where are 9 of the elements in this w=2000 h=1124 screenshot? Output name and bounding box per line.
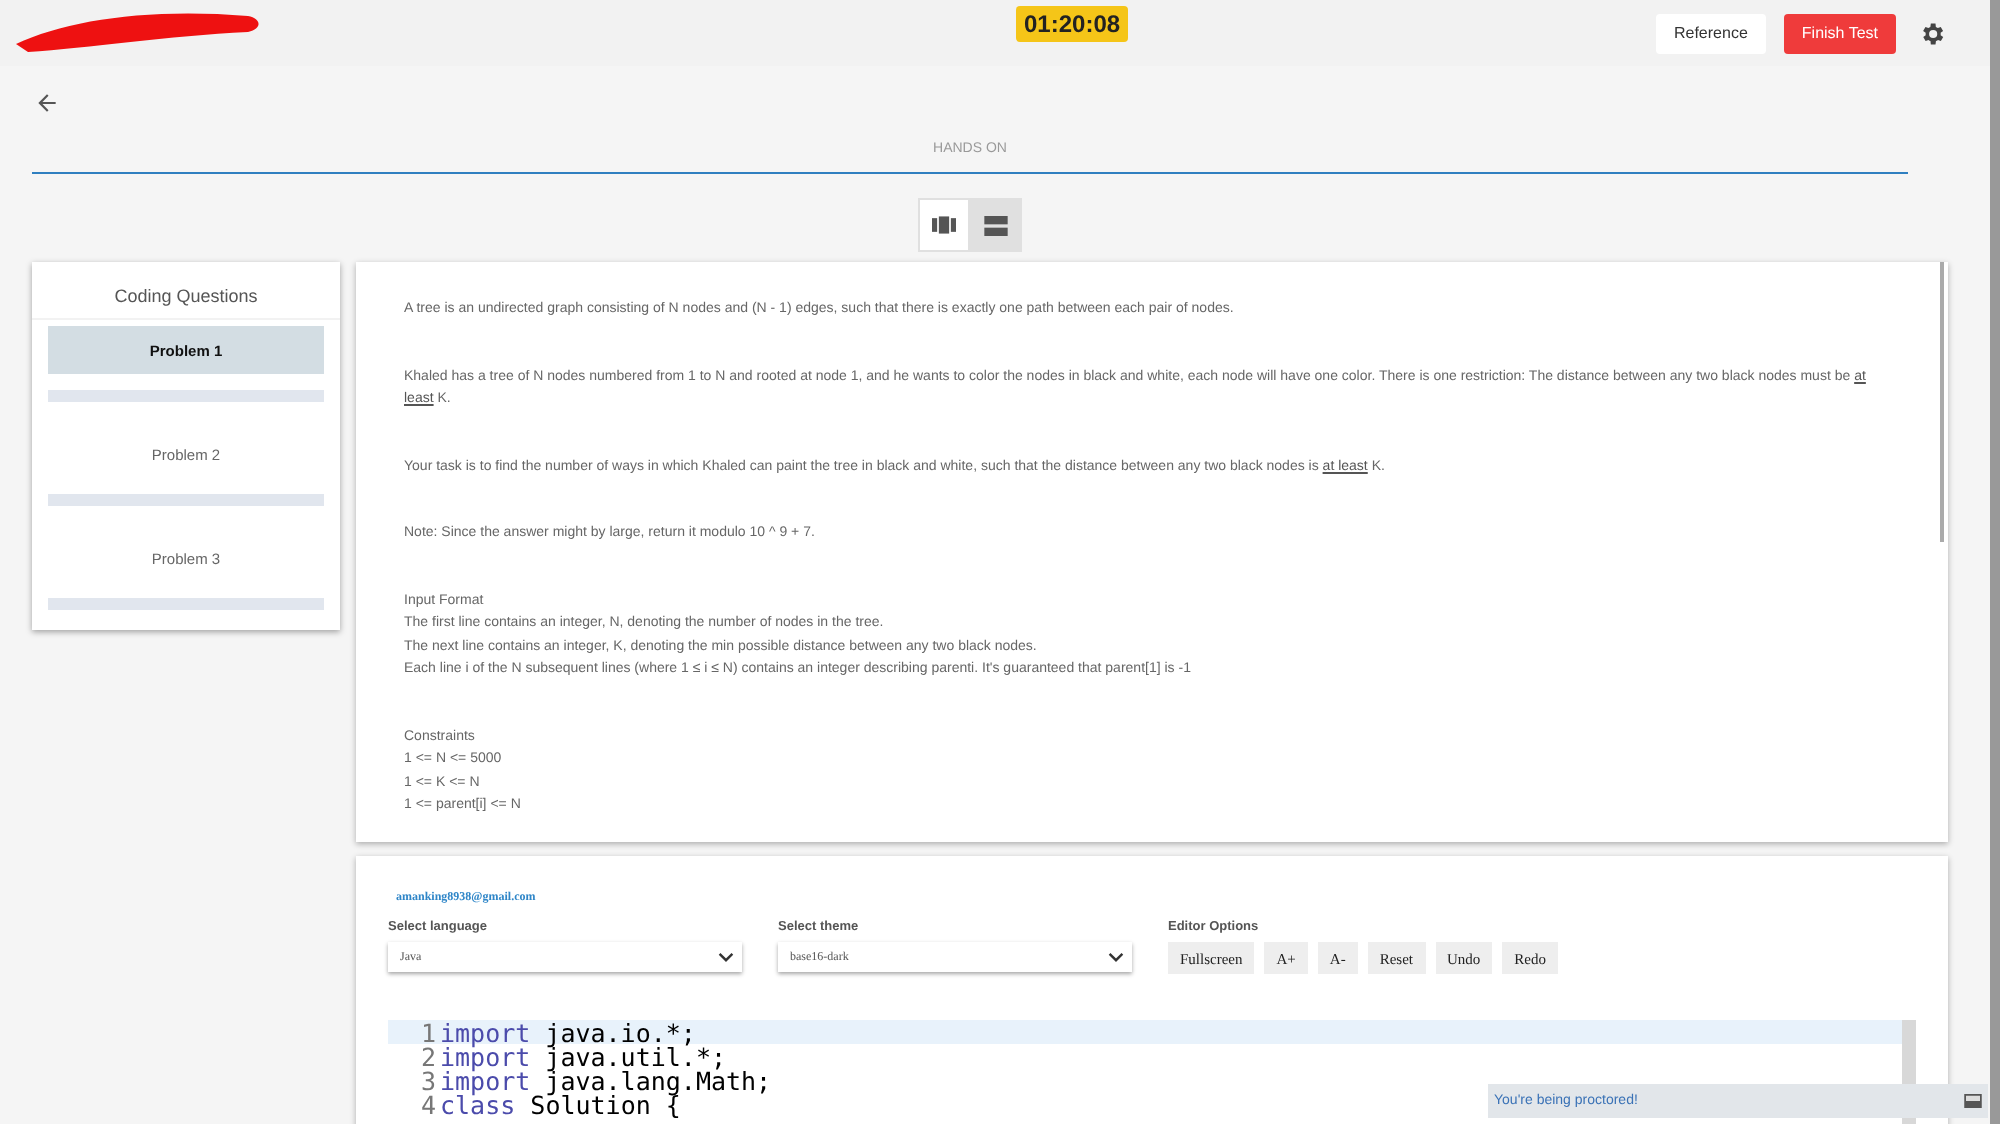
line-number: 3 bbox=[418, 1065, 438, 1095]
timer: 01:20:08 bbox=[1016, 6, 1129, 42]
line-number: 4 bbox=[418, 1089, 438, 1119]
reference-button[interactable]: Reference bbox=[1655, 13, 1766, 53]
panel-title: Coding Questions bbox=[32, 262, 340, 320]
line-number: 2 bbox=[418, 1041, 438, 1071]
finish-test-button[interactable]: Finish Test bbox=[1783, 13, 1896, 53]
code-line: import java.io.*; bbox=[440, 1017, 696, 1047]
line-number: 1 bbox=[418, 1017, 438, 1047]
